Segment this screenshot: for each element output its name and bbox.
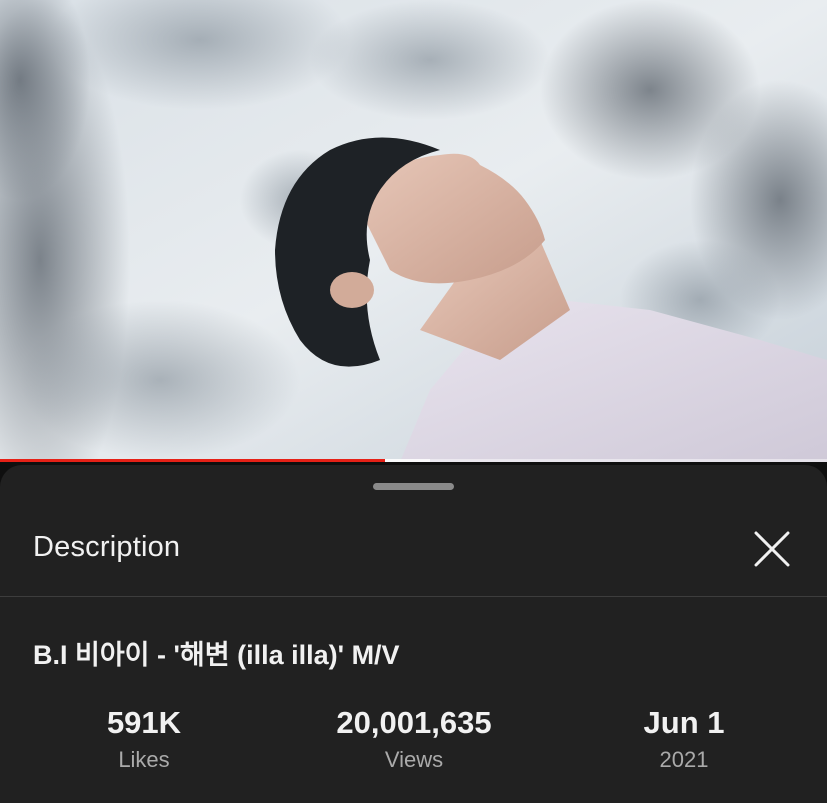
close-icon <box>754 531 790 567</box>
views-label: Views <box>384 747 444 772</box>
stat-views: 20,001,635 Views <box>294 705 534 773</box>
description-panel: Description B.I 비아이 - '해변 (illa illa)' M… <box>0 465 827 803</box>
publish-date: Jun 1 <box>643 705 725 740</box>
publish-year: 2021 <box>659 747 709 772</box>
video-frame <box>0 0 827 462</box>
likes-label: Likes <box>118 747 170 772</box>
views-count: 20,001,635 <box>336 705 492 740</box>
screen: Description B.I 비아이 - '해변 (illa illa)' M… <box>0 0 827 803</box>
progress-bar[interactable] <box>0 459 827 462</box>
video-title: B.I 비아이 - '해변 (illa illa)' M/V <box>33 640 400 670</box>
progress-played <box>0 459 385 462</box>
likes-count: 591K <box>106 705 182 740</box>
stat-likes: 591K Likes <box>24 705 264 773</box>
panel-title: Description <box>33 531 181 563</box>
drag-handle[interactable] <box>373 483 454 490</box>
panel-header: Description <box>0 495 827 595</box>
close-button[interactable] <box>744 521 800 577</box>
header-divider <box>0 596 827 597</box>
video-player[interactable] <box>0 0 827 462</box>
stat-date: Jun 1 2021 <box>564 705 804 773</box>
